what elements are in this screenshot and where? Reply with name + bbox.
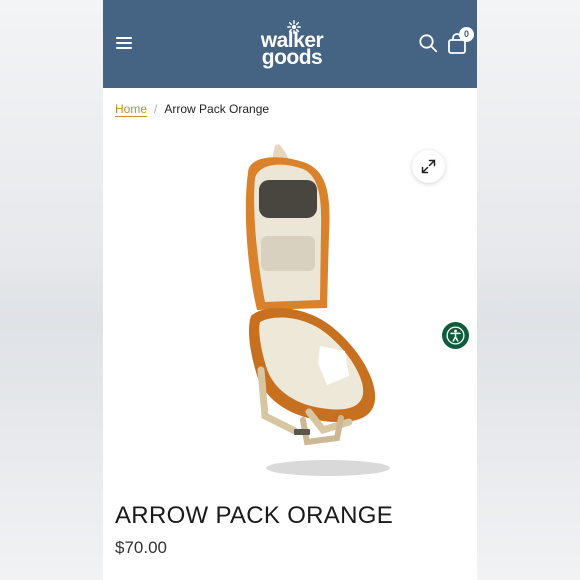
logo-word-goods: goods [261, 46, 323, 69]
breadcrumb-separator: / [154, 102, 158, 116]
expand-icon [421, 159, 436, 174]
breadcrumb: Home / Arrow Pack Orange [115, 102, 269, 116]
walker-goods-logo[interactable]: walker goods [257, 20, 327, 69]
breadcrumb-home-link[interactable]: Home [115, 102, 147, 116]
search-icon[interactable] [418, 33, 438, 53]
site-header: walker goods 0 [103, 0, 477, 88]
zoom-image-button[interactable] [412, 150, 445, 183]
product-price: $70.00 [115, 538, 167, 557]
breadcrumb-current: Arrow Pack Orange [164, 102, 270, 116]
product-image[interactable] [223, 138, 413, 483]
product-title: ARROW PACK ORANGE [115, 502, 394, 529]
phone-screen: walker goods 0 Home / Arrow Pack Orange [103, 0, 477, 580]
background-left [0, 0, 103, 580]
cart-count-badge[interactable]: 0 [459, 27, 474, 42]
accessibility-icon [446, 326, 465, 345]
menu-icon[interactable] [116, 37, 132, 51]
background-right [477, 0, 580, 580]
accessibility-button[interactable] [442, 322, 469, 349]
